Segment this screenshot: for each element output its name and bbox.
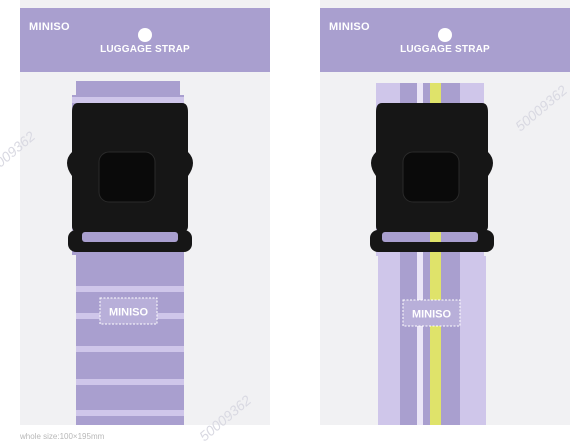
package-right: MINISO LUGGAGE STRAP MINISO bbox=[320, 0, 570, 425]
package-left: MINISO LUGGAGE STRAP MINISO bbox=[20, 0, 270, 425]
luggage-strap-left: MINISO bbox=[67, 81, 193, 425]
strap-tag: MINISO bbox=[402, 299, 461, 327]
strap-tag-label: MINISO bbox=[412, 309, 452, 321]
strap-tag: MINISO bbox=[99, 297, 158, 325]
strap-tag-label: MINISO bbox=[109, 307, 149, 319]
luggage-strap-right: MINISO bbox=[370, 83, 494, 425]
